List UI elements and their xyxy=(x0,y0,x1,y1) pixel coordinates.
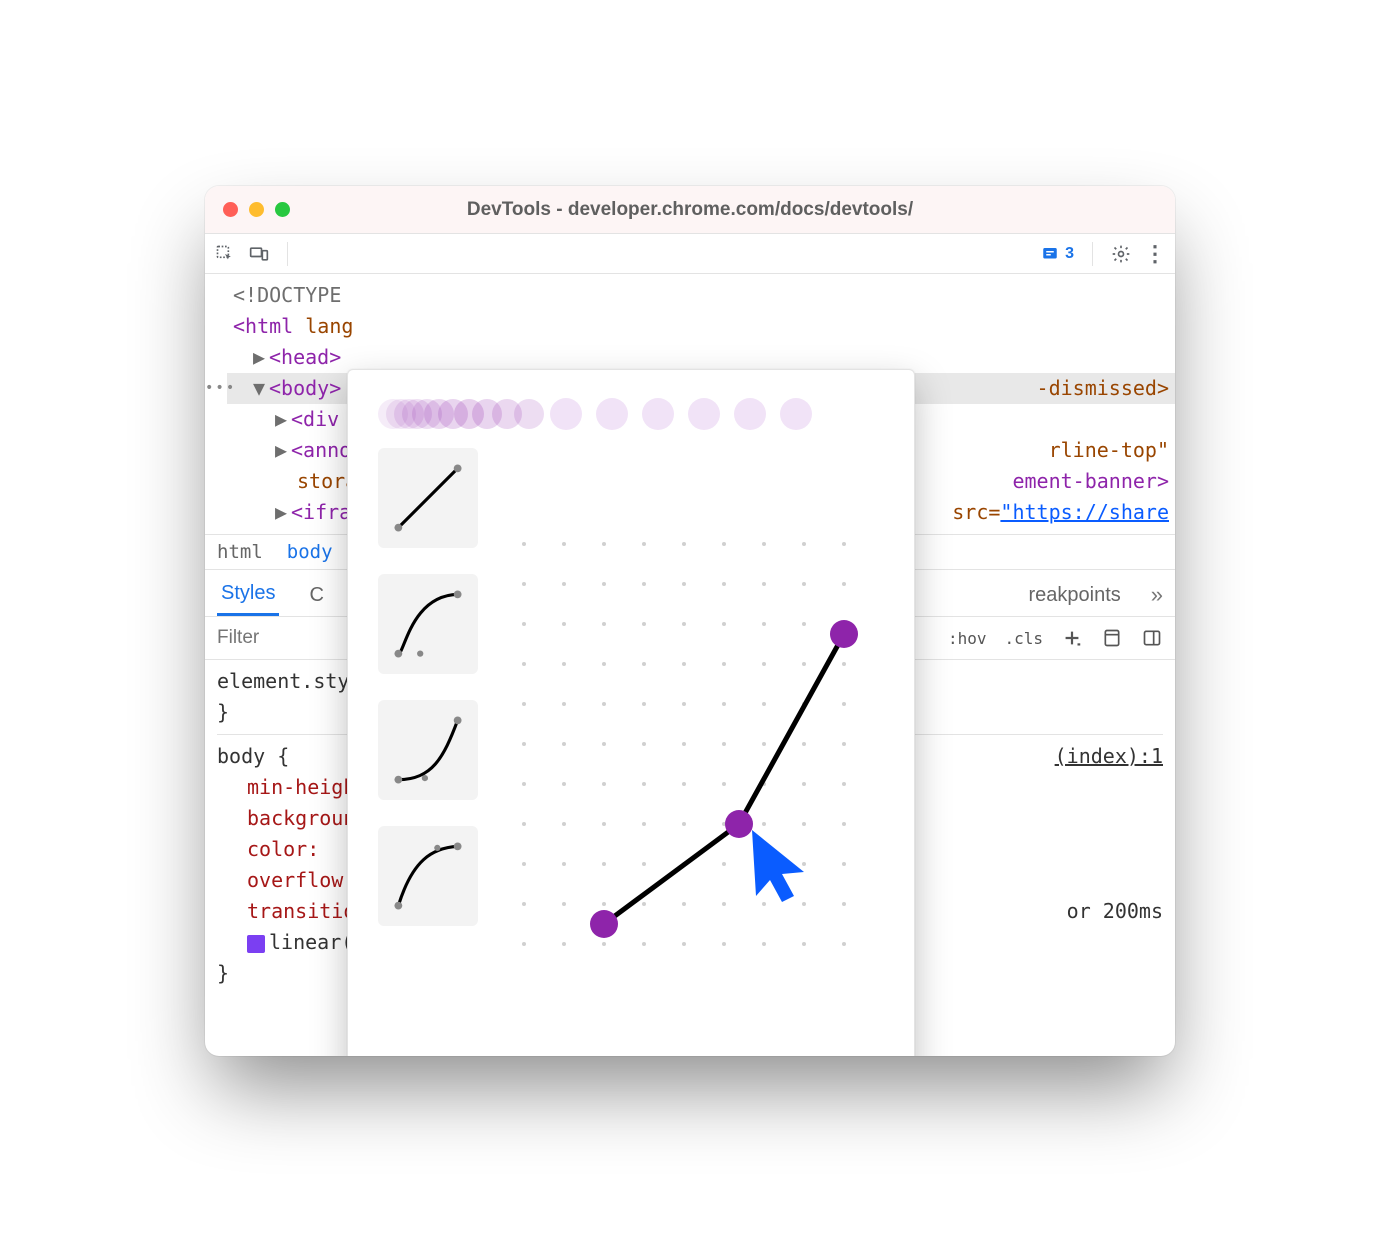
expand-triangle-icon[interactable]: ▶ xyxy=(275,497,291,528)
preset-ease-out[interactable] xyxy=(378,826,478,926)
inspect-element-icon[interactable] xyxy=(215,244,235,264)
easing-curve-editor[interactable] xyxy=(504,448,884,1056)
hov-toggle[interactable]: :hov xyxy=(948,629,987,648)
trail-dot xyxy=(550,398,582,430)
device-toolbar-icon[interactable] xyxy=(249,244,269,264)
easing-editor-popover: linear(0 0%, 0.32 67.17%, 1 100%) xyxy=(347,369,915,1056)
devtools-window: DevTools - developer.chrome.com/docs/dev… xyxy=(205,186,1175,1056)
issues-count: 3 xyxy=(1065,245,1074,263)
titlebar: DevTools - developer.chrome.com/docs/dev… xyxy=(205,186,1175,234)
preset-ease[interactable] xyxy=(378,574,478,674)
expand-triangle-icon[interactable]: ▶ xyxy=(275,435,291,466)
breadcrumb-item[interactable]: html xyxy=(217,541,263,563)
easing-trail-cluster xyxy=(378,398,538,430)
more-tabs-icon[interactable]: » xyxy=(1151,582,1163,608)
html-open-tag: <html xyxy=(233,311,293,342)
window-controls xyxy=(223,202,290,217)
easing-presets xyxy=(378,448,482,1056)
curve-handle-start[interactable] xyxy=(590,910,618,938)
cls-toggle[interactable]: .cls xyxy=(1004,629,1043,648)
preset-linear[interactable] xyxy=(378,448,478,548)
cursor-pointer-icon xyxy=(752,830,804,902)
tab-breakpoints-truncated[interactable]: reakpoints xyxy=(1024,576,1124,615)
curve-handle-end[interactable] xyxy=(830,620,858,648)
styles-filter-input[interactable] xyxy=(205,617,355,659)
minimize-window-button[interactable] xyxy=(249,202,264,217)
settings-gear-icon[interactable] xyxy=(1111,244,1131,264)
collapse-triangle-icon[interactable]: ▼ xyxy=(253,373,269,404)
trail-dot xyxy=(734,398,766,430)
css-prop-color[interactable]: color: xyxy=(247,837,319,861)
expand-triangle-icon[interactable]: ▶ xyxy=(253,342,269,373)
curve-handle-mid[interactable] xyxy=(725,810,753,838)
window-title: DevTools - developer.chrome.com/docs/dev… xyxy=(221,199,1159,221)
maximize-window-button[interactable] xyxy=(275,202,290,217)
tab-computed[interactable]: C xyxy=(305,576,327,615)
toolbar-divider xyxy=(1092,242,1093,266)
trail-dot xyxy=(596,398,628,430)
trail-dot xyxy=(780,398,812,430)
trail-dot xyxy=(688,398,720,430)
main-panel: <!DOCTYPE <html lang ▶<head> ▼<body>-dis… xyxy=(205,274,1175,1056)
easing-swatch-icon[interactable] xyxy=(247,935,265,953)
trail-dot xyxy=(642,398,674,430)
expand-triangle-icon[interactable]: ▶ xyxy=(275,404,291,435)
issues-badge[interactable]: 3 xyxy=(1041,245,1074,263)
easing-curve-line[interactable] xyxy=(604,634,844,924)
css-prop-overflow[interactable]: overflow xyxy=(247,868,343,892)
close-window-button[interactable] xyxy=(223,202,238,217)
tab-styles[interactable]: Styles xyxy=(217,574,279,616)
rule-origin-link[interactable]: (index):1 xyxy=(1055,741,1163,772)
kebab-menu-icon[interactable]: ⋮ xyxy=(1145,244,1165,264)
head-tag[interactable]: <head> xyxy=(269,342,341,373)
new-style-rule-icon[interactable] xyxy=(1061,627,1083,649)
preset-ease-in[interactable] xyxy=(378,700,478,800)
doctype-node: <!DOCTYPE xyxy=(233,280,341,311)
easing-preview-trail xyxy=(378,398,884,430)
computed-styles-icon[interactable] xyxy=(1101,627,1123,649)
breadcrumb-item[interactable]: body xyxy=(287,541,333,563)
toggle-sidebar-icon[interactable] xyxy=(1141,627,1163,649)
toolbar-divider xyxy=(287,242,288,266)
devtools-toolbar: 3 ⋮ xyxy=(205,234,1175,274)
